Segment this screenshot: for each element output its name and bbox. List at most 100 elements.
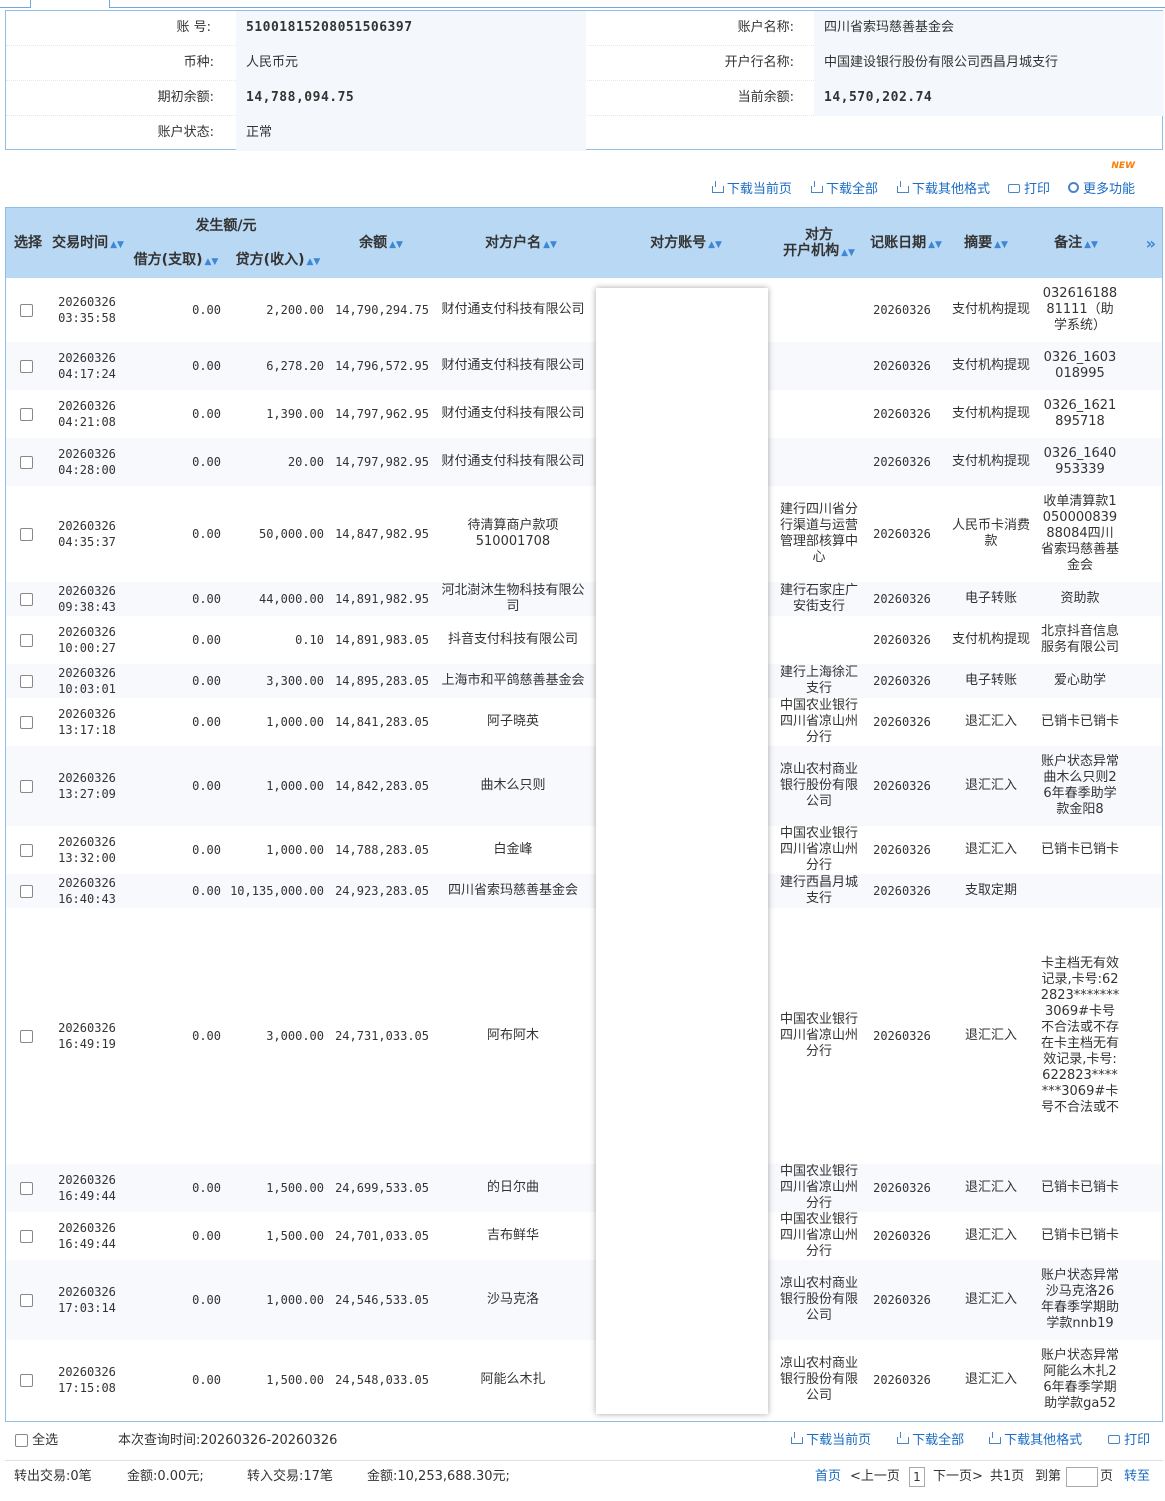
row-checkbox[interactable]: [18, 342, 34, 390]
footer-download-current-page-button[interactable]: 下载当前页: [790, 1425, 871, 1457]
checkbox[interactable]: [19, 1029, 33, 1043]
table-row[interactable]: 20260326 10:00:27 0.00 0.10 14,891,983.05 抖音支…: [6, 616, 1162, 664]
table-row[interactable]: 20260326 17:15:08 0.00 1,500.00 24,548,033.0…: [6, 1340, 1162, 1420]
checkbox[interactable]: [19, 843, 33, 857]
header-time[interactable]: 交易时间 ▲▼: [48, 235, 128, 253]
header-date[interactable]: 记账日期 ▲▼: [866, 235, 946, 253]
more-functions-button[interactable]: 更多功能: [1067, 178, 1135, 197]
footer-download-other-format-button[interactable]: 下载其他格式: [988, 1425, 1082, 1457]
table-row[interactable]: 20260326 09:38:43 0.00 44,000.00 14,891,982.…: [6, 582, 1162, 616]
table-header: 选择 交易时间 ▲▼ 发生额/元 借方(支取) ▲▼ 贷方(收入) ▲▼ 余额 ▲▼ 对…: [6, 208, 1162, 278]
row-time-clock: 13:17:18: [58, 723, 116, 737]
checkbox[interactable]: [19, 674, 33, 688]
table-row[interactable]: 20260326 16:49:19 0.00 3,000.00 24,731,033.0…: [6, 908, 1162, 1164]
header-counter-account[interactable]: 对方账号 ▲▼: [636, 235, 736, 253]
print-button[interactable]: 打印: [1007, 178, 1050, 197]
row-counterparty: 财付通支付科技有限公司: [438, 342, 588, 390]
row-checkbox[interactable]: [18, 698, 34, 746]
download-all-button[interactable]: 下载全部: [810, 178, 878, 197]
checkbox[interactable]: [19, 884, 33, 898]
table-row[interactable]: 20260326 17:03:14 0.00 1,000.00 24,546,533.0…: [6, 1260, 1162, 1340]
row-checkbox[interactable]: [18, 390, 34, 438]
account-name: 四川省索玛慈善基金会: [814, 11, 1164, 46]
row-balance-text: 24,701,033.05: [335, 1229, 429, 1243]
first-page-link[interactable]: 首页: [815, 1461, 841, 1493]
next-page-link[interactable]: 下一页>: [933, 1461, 983, 1493]
row-time-clock: 04:35:37: [58, 535, 116, 549]
goto-button[interactable]: 转至: [1124, 1461, 1150, 1493]
checkbox[interactable]: [19, 779, 33, 793]
footer-print-button[interactable]: 打印: [1108, 1425, 1150, 1457]
checkbox[interactable]: [19, 455, 33, 469]
row-checkbox[interactable]: [18, 486, 34, 582]
table-row[interactable]: 20260326 04:21:08 0.00 1,390.00 14,797,962.9…: [6, 390, 1162, 438]
footer-download-all-button[interactable]: 下载全部: [896, 1425, 964, 1457]
row-checkbox[interactable]: [18, 616, 34, 664]
select-all-checkbox[interactable]: 全选: [15, 1425, 58, 1457]
header-credit[interactable]: 贷方(收入) ▲▼: [228, 252, 328, 270]
page-number-input[interactable]: [1066, 1466, 1098, 1487]
table-row[interactable]: 20260326 16:49:44 0.00 1,500.00 24,699,533.0…: [6, 1164, 1162, 1212]
header-counterparty[interactable]: 对方户名 ▲▼: [466, 235, 576, 253]
row-checkbox[interactable]: [18, 874, 34, 908]
download-current-page-button[interactable]: 下载当前页: [711, 178, 792, 197]
checkbox[interactable]: [19, 407, 33, 421]
row-balance: 24,699,533.05: [324, 1164, 429, 1212]
row-balance: 14,796,572.95: [324, 342, 429, 390]
table-row[interactable]: 20260326 04:17:24 0.00 6,278.20 14,796,572.9…: [6, 342, 1162, 390]
table-row[interactable]: 20260326 10:03:01 0.00 3,300.00 14,895,283.0…: [6, 664, 1162, 698]
goto-page-input[interactable]: [1066, 1461, 1098, 1493]
checkbox[interactable]: [19, 1373, 33, 1387]
row-note: 资助款: [1040, 582, 1120, 616]
row-checkbox[interactable]: [18, 582, 34, 616]
table-row[interactable]: 20260326 03:35:58 0.00 2,200.00 14,790,294.7…: [6, 278, 1162, 342]
row-debit: 0.00: [126, 390, 221, 438]
row-checkbox[interactable]: [18, 1164, 34, 1212]
table-row[interactable]: 20260326 13:32:00 0.00 1,000.00 14,788,283.0…: [6, 826, 1162, 874]
table-row[interactable]: 20260326 16:40:43 0.00 10,135,000.00 24,923,…: [6, 874, 1162, 908]
checkbox[interactable]: [19, 527, 33, 541]
row-checkbox[interactable]: [18, 664, 34, 698]
checkbox[interactable]: [15, 1434, 28, 1447]
header-debit[interactable]: 借方(支取) ▲▼: [126, 252, 226, 270]
checkbox[interactable]: [19, 1229, 33, 1243]
row-counter-bank-text: 中国农业银行四川省凉山州分行: [779, 1212, 858, 1259]
active-tab[interactable]: [30, 0, 110, 8]
row-checkbox[interactable]: [18, 746, 34, 826]
header-counter-bank[interactable]: 对方 开户机构 ▲▼: [774, 227, 864, 261]
checkbox[interactable]: [19, 715, 33, 729]
scroll-columns-right-icon[interactable]: »: [1146, 234, 1156, 253]
row-checkbox[interactable]: [18, 826, 34, 874]
row-checkbox[interactable]: [18, 1340, 34, 1420]
row-checkbox[interactable]: [18, 438, 34, 486]
table-row[interactable]: 20260326 13:17:18 0.00 1,000.00 14,841,283.0…: [6, 698, 1162, 746]
table-row[interactable]: 20260326 13:27:09 0.00 1,000.00 14,842,283.0…: [6, 746, 1162, 826]
checkbox[interactable]: [19, 1181, 33, 1195]
current-page-number: 1: [909, 1466, 925, 1487]
download-other-format-button[interactable]: 下载其他格式: [896, 178, 990, 197]
top-toolbar: 下载当前页 下载全部 下载其他格式 打印 更多功能: [711, 178, 1135, 197]
currency-label: 币种:: [183, 55, 214, 70]
header-memo[interactable]: 摘要 ▲▼: [956, 235, 1016, 253]
row-credit-text: 6,278.20: [266, 359, 324, 373]
header-balance[interactable]: 余额 ▲▼: [346, 235, 416, 253]
row-memo: 退汇汇入: [946, 698, 1036, 746]
checkbox[interactable]: [19, 359, 33, 373]
prev-page-link[interactable]: <上一页: [850, 1461, 900, 1493]
table-row[interactable]: 20260326 04:35:37 0.00 50,000.00 14,847,982.…: [6, 486, 1162, 582]
table-row[interactable]: 20260326 16:49:44 0.00 1,500.00 24,701,033.0…: [6, 1212, 1162, 1260]
row-checkbox[interactable]: [18, 908, 34, 1164]
row-memo-text: 退汇汇入: [964, 1228, 1017, 1243]
checkbox[interactable]: [19, 303, 33, 317]
row-checkbox[interactable]: [18, 1212, 34, 1260]
outgoing-amount: 金额:0.00元;: [127, 1469, 204, 1484]
row-checkbox[interactable]: [18, 1260, 34, 1340]
select-all-label: 全选: [32, 1433, 59, 1448]
header-note[interactable]: 备注 ▲▼: [1046, 235, 1106, 253]
table-row[interactable]: 20260326 04:28:00 0.00 20.00 14,797,982.95 财付…: [6, 438, 1162, 486]
row-time-date: 20260326: [58, 1365, 116, 1379]
row-checkbox[interactable]: [18, 278, 34, 342]
checkbox[interactable]: [19, 633, 33, 647]
checkbox[interactable]: [19, 592, 33, 606]
checkbox[interactable]: [19, 1293, 33, 1307]
